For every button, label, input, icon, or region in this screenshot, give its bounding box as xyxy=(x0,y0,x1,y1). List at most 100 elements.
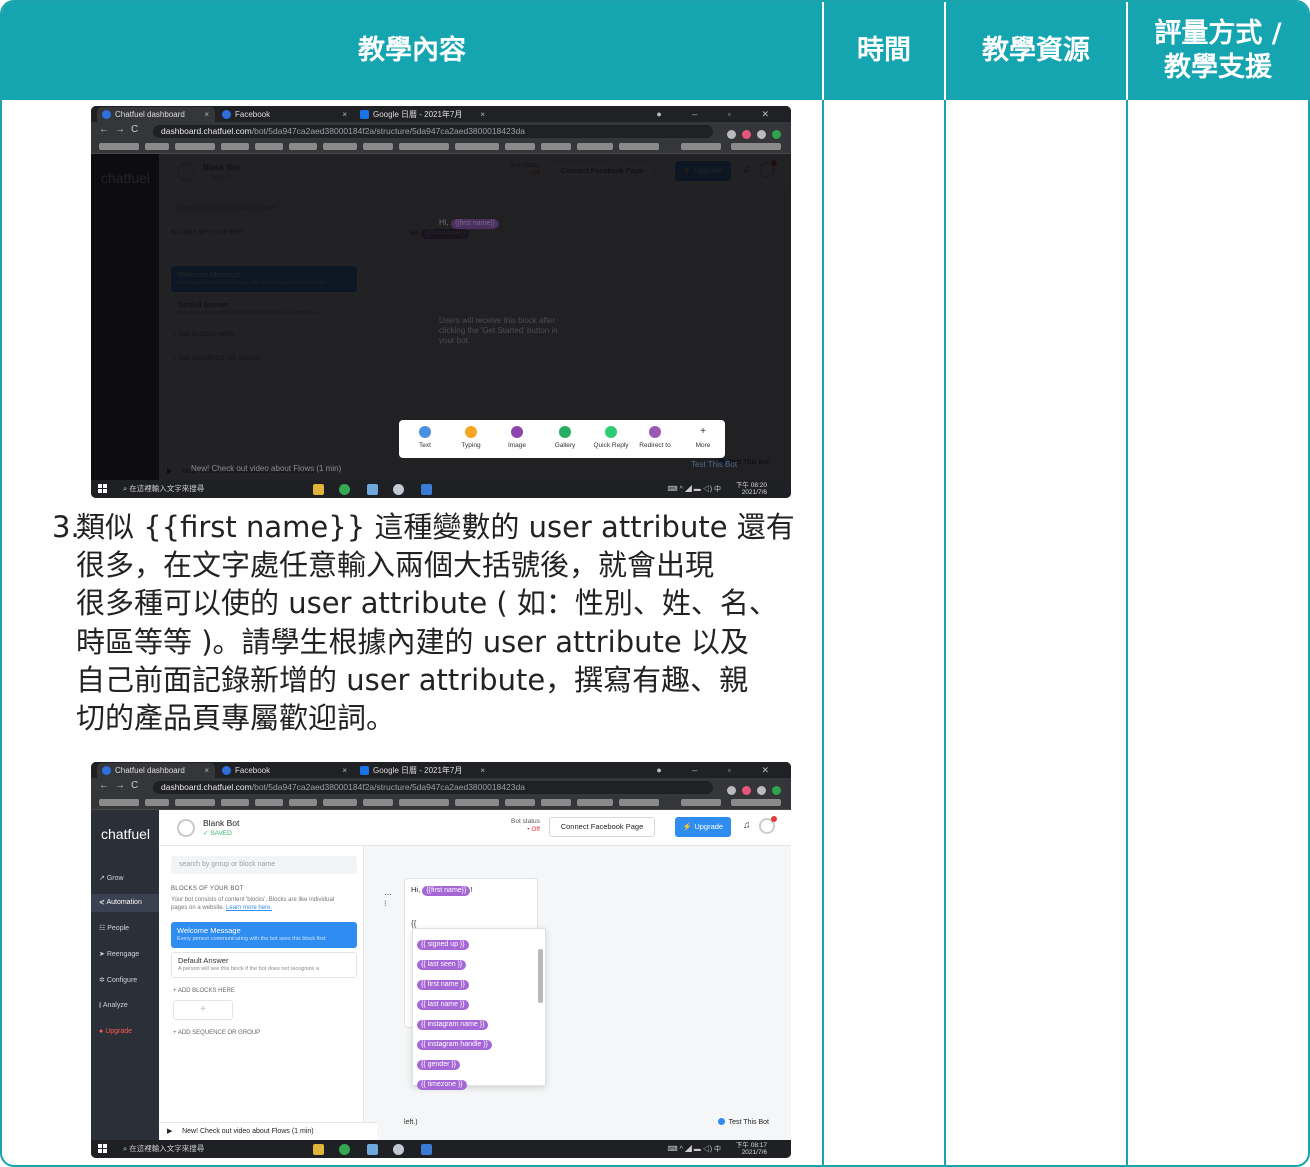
description-line: 很多種可以使的 user attribute ( 如：性別、姓、名、 xyxy=(76,586,778,621)
windows-start-icon[interactable] xyxy=(98,484,108,494)
add-block-button[interactable]: + xyxy=(173,1000,233,1020)
learn-more-link[interactable]: Learn more here. xyxy=(226,905,272,911)
drag-handle-icon[interactable]: ⋯ ⁝ xyxy=(384,890,392,908)
address-bar: ←→C dashboard.chatfuel.com/bot/5da947ca2… xyxy=(91,122,791,140)
toolbar-text-button[interactable]: Text xyxy=(403,426,447,449)
attribute-option[interactable]: {{ last seen }} xyxy=(417,953,467,971)
window-controls[interactable]: ● – ▫ ✕ xyxy=(656,762,783,778)
calendar-favicon-icon xyxy=(360,766,369,775)
taskbar-search[interactable]: ⌕ 在這裡輸入文字來搜尋 xyxy=(117,1142,289,1156)
test-bot-button[interactable]: Test This Bot xyxy=(718,1118,769,1126)
description-line: 自己前面記錄新增的 user attribute，撰寫有趣、親 xyxy=(76,662,749,697)
sidebar-item-configure[interactable]: ✲ Configure xyxy=(99,976,137,984)
browser-tab[interactable]: Facebook × xyxy=(217,763,353,778)
default-answer-block[interactable]: Default AnswerA person will see this blo… xyxy=(171,952,357,978)
upgrade-button[interactable]: ⚡ Upgrade xyxy=(675,817,731,837)
browser-tab[interactable]: Google 日曆 - 2021年7月 × xyxy=(355,763,491,778)
attribute-option[interactable]: {{ timezone }} xyxy=(417,1073,467,1091)
taskbar-clock: 下午 08:20 2021/7/6 xyxy=(735,482,767,496)
facebook-favicon-icon xyxy=(222,766,231,775)
app-icon[interactable] xyxy=(367,1144,378,1155)
header-divider xyxy=(944,2,946,100)
sidebar-item-analyze[interactable]: ⫾ Analyze xyxy=(99,1002,128,1010)
connect-page-button[interactable]: Connect Facebook Page xyxy=(549,817,655,837)
attribute-option[interactable]: {{ gender }} xyxy=(417,1053,461,1071)
tray-icons[interactable]: ⌨ ^ ◢ ▬ ◁) 中 xyxy=(668,1144,721,1154)
app-icon[interactable] xyxy=(421,1144,432,1155)
toolbar-quick-reply-button[interactable]: Quick Reply xyxy=(589,426,633,449)
nav-buttons-icon[interactable]: ←→C xyxy=(99,124,144,135)
window-controls[interactable]: ● – ▫ ✕ xyxy=(656,106,783,122)
toolbar-gallery-button[interactable]: Gallery xyxy=(543,426,587,449)
browser-tab[interactable]: Facebook × xyxy=(217,107,353,122)
column-divider xyxy=(1126,2,1128,1165)
bookmarks-bar xyxy=(91,796,791,810)
left-text: left.) xyxy=(404,1119,418,1126)
attribute-option[interactable]: {{ first name }} xyxy=(417,973,469,991)
sidebar-item-upgrade[interactable]: ● Upgrade xyxy=(99,1028,132,1035)
step-number: 3. xyxy=(52,510,80,544)
chatfuel-app: chatfuel Blank Bot ✓ SAVED Bot status• O… xyxy=(91,154,791,480)
browser-tab[interactable]: Google 日曆 - 2021年7月 × xyxy=(355,107,491,122)
file-explorer-icon[interactable] xyxy=(313,484,324,495)
browser-tab[interactable]: Chatfuel dashboard × xyxy=(97,107,215,122)
tray-icons[interactable]: ⌨ ^ ◢ ▬ ◁) 中 xyxy=(668,484,721,494)
close-tab-icon[interactable]: × xyxy=(480,763,485,778)
attribute-option[interactable]: {{ instagram name }} xyxy=(417,1013,489,1031)
url-field[interactable]: dashboard.chatfuel.com/bot/5da947ca2aed3… xyxy=(153,125,713,138)
attribute-dropdown: {{ signed up }} {{ last seen }} {{ first… xyxy=(412,928,546,1090)
windows-taskbar: ⌕ 在這裡輸入文字來搜尋 ⌨ ^ ◢ ▬ ◁) 中 下午 08:20 2021/7… xyxy=(91,480,791,498)
toolbar-typing-button[interactable]: Typing xyxy=(449,426,493,449)
app-icon[interactable] xyxy=(367,484,378,495)
calendar-favicon-icon xyxy=(360,110,369,119)
notification-bell-icon[interactable]: ♫ xyxy=(743,820,751,831)
screenshot-toolbar: Chatfuel dashboard × Facebook × Google 日曆 … xyxy=(91,106,791,498)
attribute-option[interactable]: {{ signed up }} xyxy=(417,933,469,951)
toolbar-image-button[interactable]: Image xyxy=(495,426,539,449)
windows-taskbar: ⌕ 在這裡輸入文字來搜尋 ⌨ ^ ◢ ▬ ◁) 中 下午 08:17 2021/7… xyxy=(91,1140,791,1158)
dropdown-scrollbar[interactable] xyxy=(538,949,543,1003)
sidebar-item-people[interactable]: ☷ People xyxy=(99,924,129,932)
close-tab-icon[interactable]: × xyxy=(342,763,347,778)
welcome-message-block[interactable]: Welcome MessageEvery person communicatin… xyxy=(171,922,357,948)
url-field[interactable]: dashboard.chatfuel.com/bot/5da947ca2aed3… xyxy=(153,781,713,794)
first-name-chip[interactable]: {{first name}} xyxy=(422,886,471,896)
user-avatar[interactable] xyxy=(759,816,777,834)
add-sequence-link[interactable]: + ADD SEQUENCE OR GROUP xyxy=(173,1030,260,1036)
close-tab-icon[interactable]: × xyxy=(480,107,485,122)
extension-icons[interactable] xyxy=(721,126,781,139)
sidebar-item-reengage[interactable]: ➤ Reengage xyxy=(99,950,139,958)
chatfuel-logo: chatfuel xyxy=(101,826,151,842)
sidebar-item-grow[interactable]: ↗ Grow xyxy=(99,874,124,882)
toolbar-redirect-button[interactable]: Redirect to xyxy=(633,426,677,449)
description-line: 很多，在文字處任意輸入兩個大括號後，就會出現 xyxy=(76,548,715,583)
close-tab-icon[interactable]: × xyxy=(342,107,347,122)
header-resources: 教學資源 xyxy=(982,35,1090,66)
close-tab-icon[interactable]: × xyxy=(204,107,209,122)
attribute-option[interactable]: {{ last name }} xyxy=(417,993,469,1011)
browser-tab[interactable]: Chatfuel dashboard × xyxy=(97,763,215,778)
facebook-favicon-icon xyxy=(222,110,231,119)
add-blocks-link[interactable]: + ADD BLOCKS HERE xyxy=(173,988,235,994)
file-explorer-icon[interactable] xyxy=(313,1144,324,1155)
taskbar-search[interactable]: ⌕ 在這裡輸入文字來搜尋 xyxy=(117,482,289,496)
chrome-icon[interactable] xyxy=(339,484,350,495)
bot-status: Bot status• Off xyxy=(511,818,540,833)
app-icon[interactable] xyxy=(421,484,432,495)
block-search-input[interactable]: search by group or block name xyxy=(171,856,357,874)
header-assessment-line1: 評量方式 / xyxy=(1154,18,1282,49)
video-note[interactable]: ▶ New! Check out video about Flows (1 mi… xyxy=(159,1122,377,1140)
chrome-icon[interactable] xyxy=(339,1144,350,1155)
app-icon[interactable] xyxy=(393,1144,404,1155)
nav-buttons-icon[interactable]: ←→C xyxy=(99,780,144,791)
extension-icons[interactable] xyxy=(721,782,781,795)
windows-start-icon[interactable] xyxy=(98,1144,108,1154)
app-icon[interactable] xyxy=(393,484,404,495)
attribute-option[interactable]: {{ instagram handle }} xyxy=(417,1033,492,1051)
add-content-toolbar: Text Typing Image Gallery Quick Reply Re… xyxy=(399,420,725,458)
close-tab-icon[interactable]: × xyxy=(204,763,209,778)
sidebar-item-automation[interactable]: ⋞ Automation xyxy=(91,894,159,912)
bot-name: Blank Bot xyxy=(203,818,240,828)
dimmed-test-bot: Test This Bot xyxy=(691,460,738,469)
toolbar-more-button[interactable]: + More xyxy=(681,426,725,449)
